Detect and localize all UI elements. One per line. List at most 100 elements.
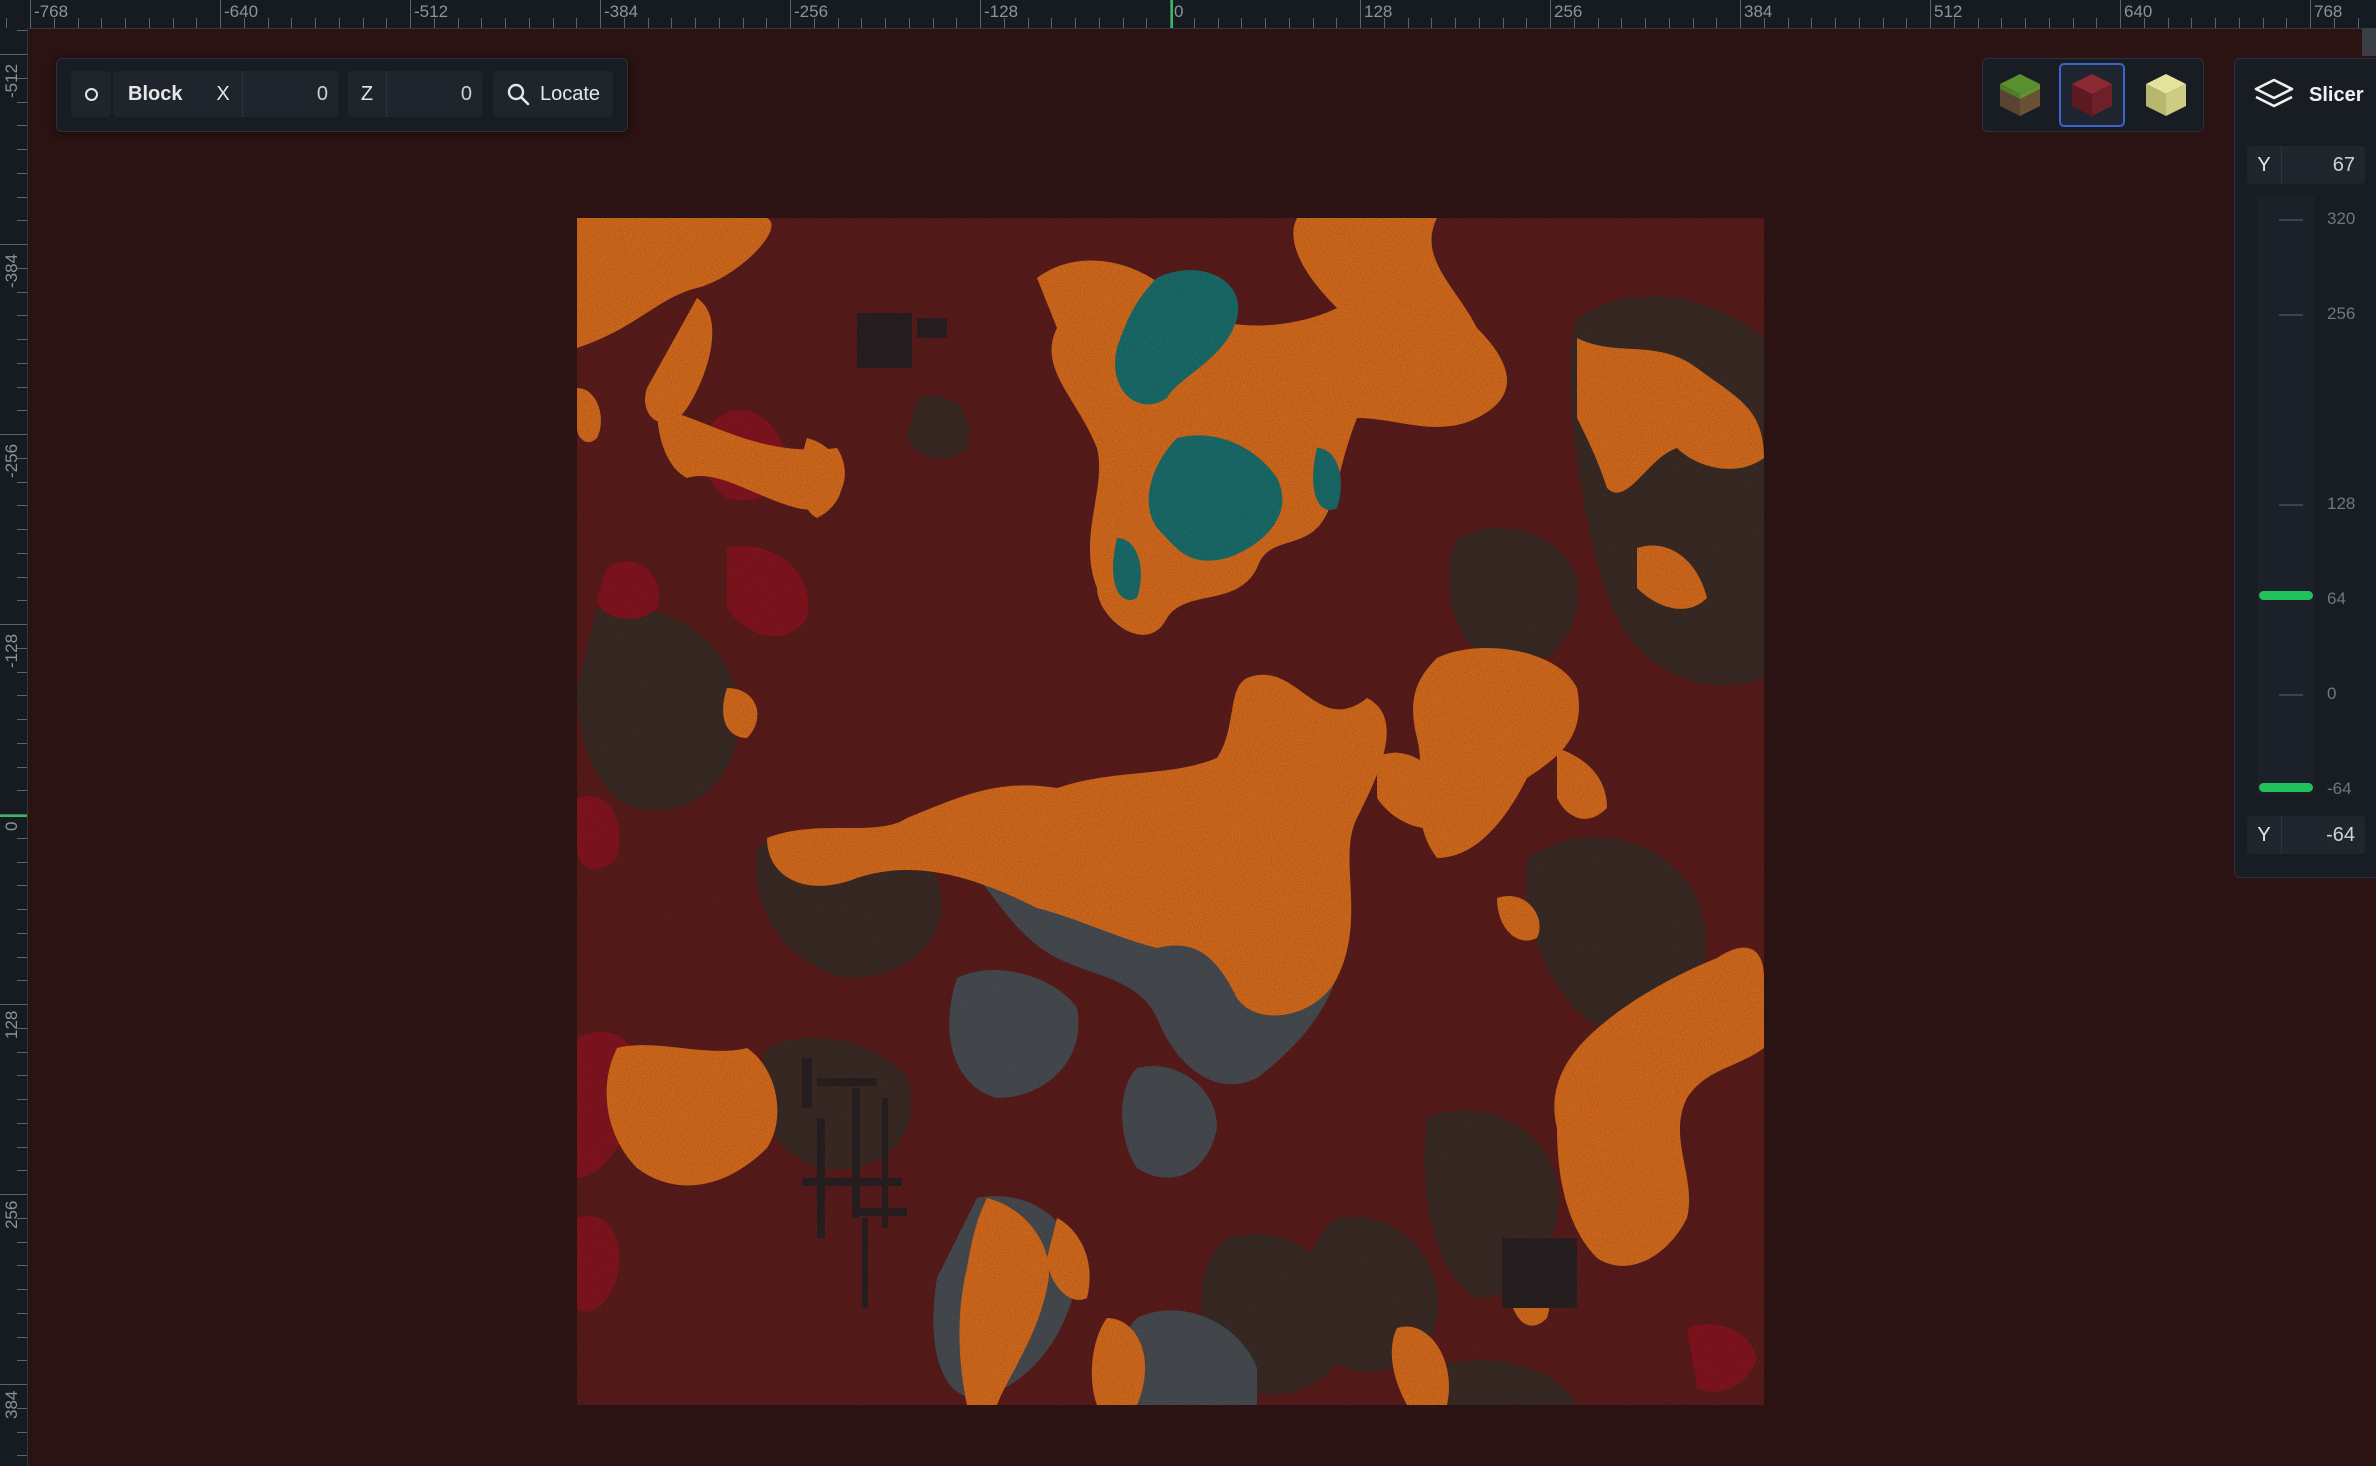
slicer-header[interactable]: Slicer [2235,59,2376,131]
ruler-tick [980,0,981,28]
top-ruler: -768 -640 -512 -384 -256 -128 0 128 256 384 512 640… [0,0,2376,29]
ruler-label-x: 640 [2124,2,2153,21]
ruler-tick [956,18,958,28]
z-field-value[interactable]: 0 [461,71,472,117]
ruler-tick [1811,18,1813,28]
ruler-label-x: 0 [1174,2,1184,21]
ruler-tick [2048,18,2050,28]
ruler-tick [17,1336,27,1338]
ruler-tick [17,1241,27,1243]
top-y-value[interactable]: 67 [2333,146,2355,184]
ruler-tick [1241,18,1243,28]
end-button[interactable] [2133,63,2199,127]
ruler-tick [671,18,673,28]
mode-toggle[interactable] [71,71,111,117]
ruler-tick [1621,18,1623,28]
top-y-label: Y [2247,146,2282,184]
ruler-tick [2096,18,2098,28]
ruler-tick [17,196,27,198]
lower-slice-handle[interactable] [2259,783,2313,792]
ruler-tick [17,1312,27,1314]
ruler-tick [17,576,27,578]
ruler-tick [17,695,27,697]
layers-icon [2254,78,2294,108]
overworld-button[interactable] [1987,63,2053,127]
ruler-tick [1027,18,1029,28]
slicer-title: Slicer [2309,83,2364,106]
ruler-tick [1882,18,1884,28]
ruler-tick [2167,18,2169,28]
ruler-tick [0,814,27,815]
ruler-tick [17,1455,27,1457]
z-coordinate-field[interactable]: Z 0 [348,71,482,117]
ruler-tick [17,671,27,673]
ruler-tick [1098,18,1100,28]
nether-button[interactable] [2059,63,2125,127]
ruler-tick [17,1360,27,1362]
ruler-tick [1906,18,1908,28]
ruler-tick [932,18,934,28]
nether-map-canvas[interactable] [577,218,1764,1405]
z-field-label: Z [348,71,387,117]
x-coordinate-field[interactable]: X 0 [204,71,338,117]
ruler-label-x: -384 [604,2,639,21]
bottom-y-value[interactable]: -64 [2326,816,2355,854]
ruler-tick [17,362,27,364]
x-field-value[interactable]: 0 [317,71,328,117]
ruler-label-x: 384 [1744,2,1773,21]
locate-button[interactable]: Locate [493,71,613,117]
top-y-field[interactable]: Y 67 [2247,146,2365,184]
scale-label-neg64: -64 [2327,779,2352,798]
slicer-track[interactable] [2257,195,2315,795]
slicer-panel: Slicer Y 67 320 256 128 64 0 -64 Y -64 [2234,58,2376,878]
ruler-tick [17,1122,27,1124]
upper-slice-handle[interactable] [2259,590,2313,600]
ruler-label-z: -128 [2,633,21,668]
ruler-tick [505,18,506,28]
ruler-tick [17,172,27,174]
ruler-tick [0,624,27,625]
ruler-tick [17,149,27,150]
bottom-y-field[interactable]: Y -64 [2247,816,2365,854]
dimension-selector [1982,58,2204,132]
ruler-tick [17,1170,27,1172]
ruler-label-z: 0 [2,821,21,831]
scale-tick [2279,314,2303,316]
ruler-tick [1930,0,1931,28]
x-field-label: X [204,71,243,117]
ruler-tick [457,18,459,28]
ruler-tick [17,956,27,958]
ruler-tick [1312,18,1314,28]
ruler-tick [362,18,364,28]
ruler-tick [17,1289,27,1290]
ruler-tick [576,18,578,28]
scale-label-64: 64 [2327,589,2346,608]
map-render [577,218,1764,1405]
ruler-tick [1550,0,1551,28]
ruler-tick [885,18,886,28]
ruler-tick [17,30,27,32]
scale-label-256: 256 [2327,304,2356,323]
netherrack-icon [2072,74,2112,116]
ruler-tick [528,18,530,28]
ruler-tick [338,18,340,28]
ruler-label-x: 768 [2314,2,2343,21]
ruler-tick [1740,0,1741,28]
ruler-tick [2262,18,2264,28]
ruler-label-z: -384 [2,253,21,288]
scale-label-320: 320 [2327,209,2356,228]
ruler-tick [2120,0,2121,28]
ruler-tick [1170,0,1171,28]
ruler-tick [17,719,27,720]
ruler-tick [0,1004,27,1005]
ruler-tick [17,1075,27,1077]
ruler-tick [1716,18,1718,28]
ruler-tick [17,315,27,317]
ruler-tick [17,101,27,103]
ruler-label-z: 256 [2,1200,21,1229]
ruler-label-x: -640 [224,2,259,21]
ruler-tick [2238,18,2240,28]
scale-tick [2279,504,2303,506]
scrollbar[interactable] [2362,28,2376,56]
ruler-tick [148,18,150,28]
